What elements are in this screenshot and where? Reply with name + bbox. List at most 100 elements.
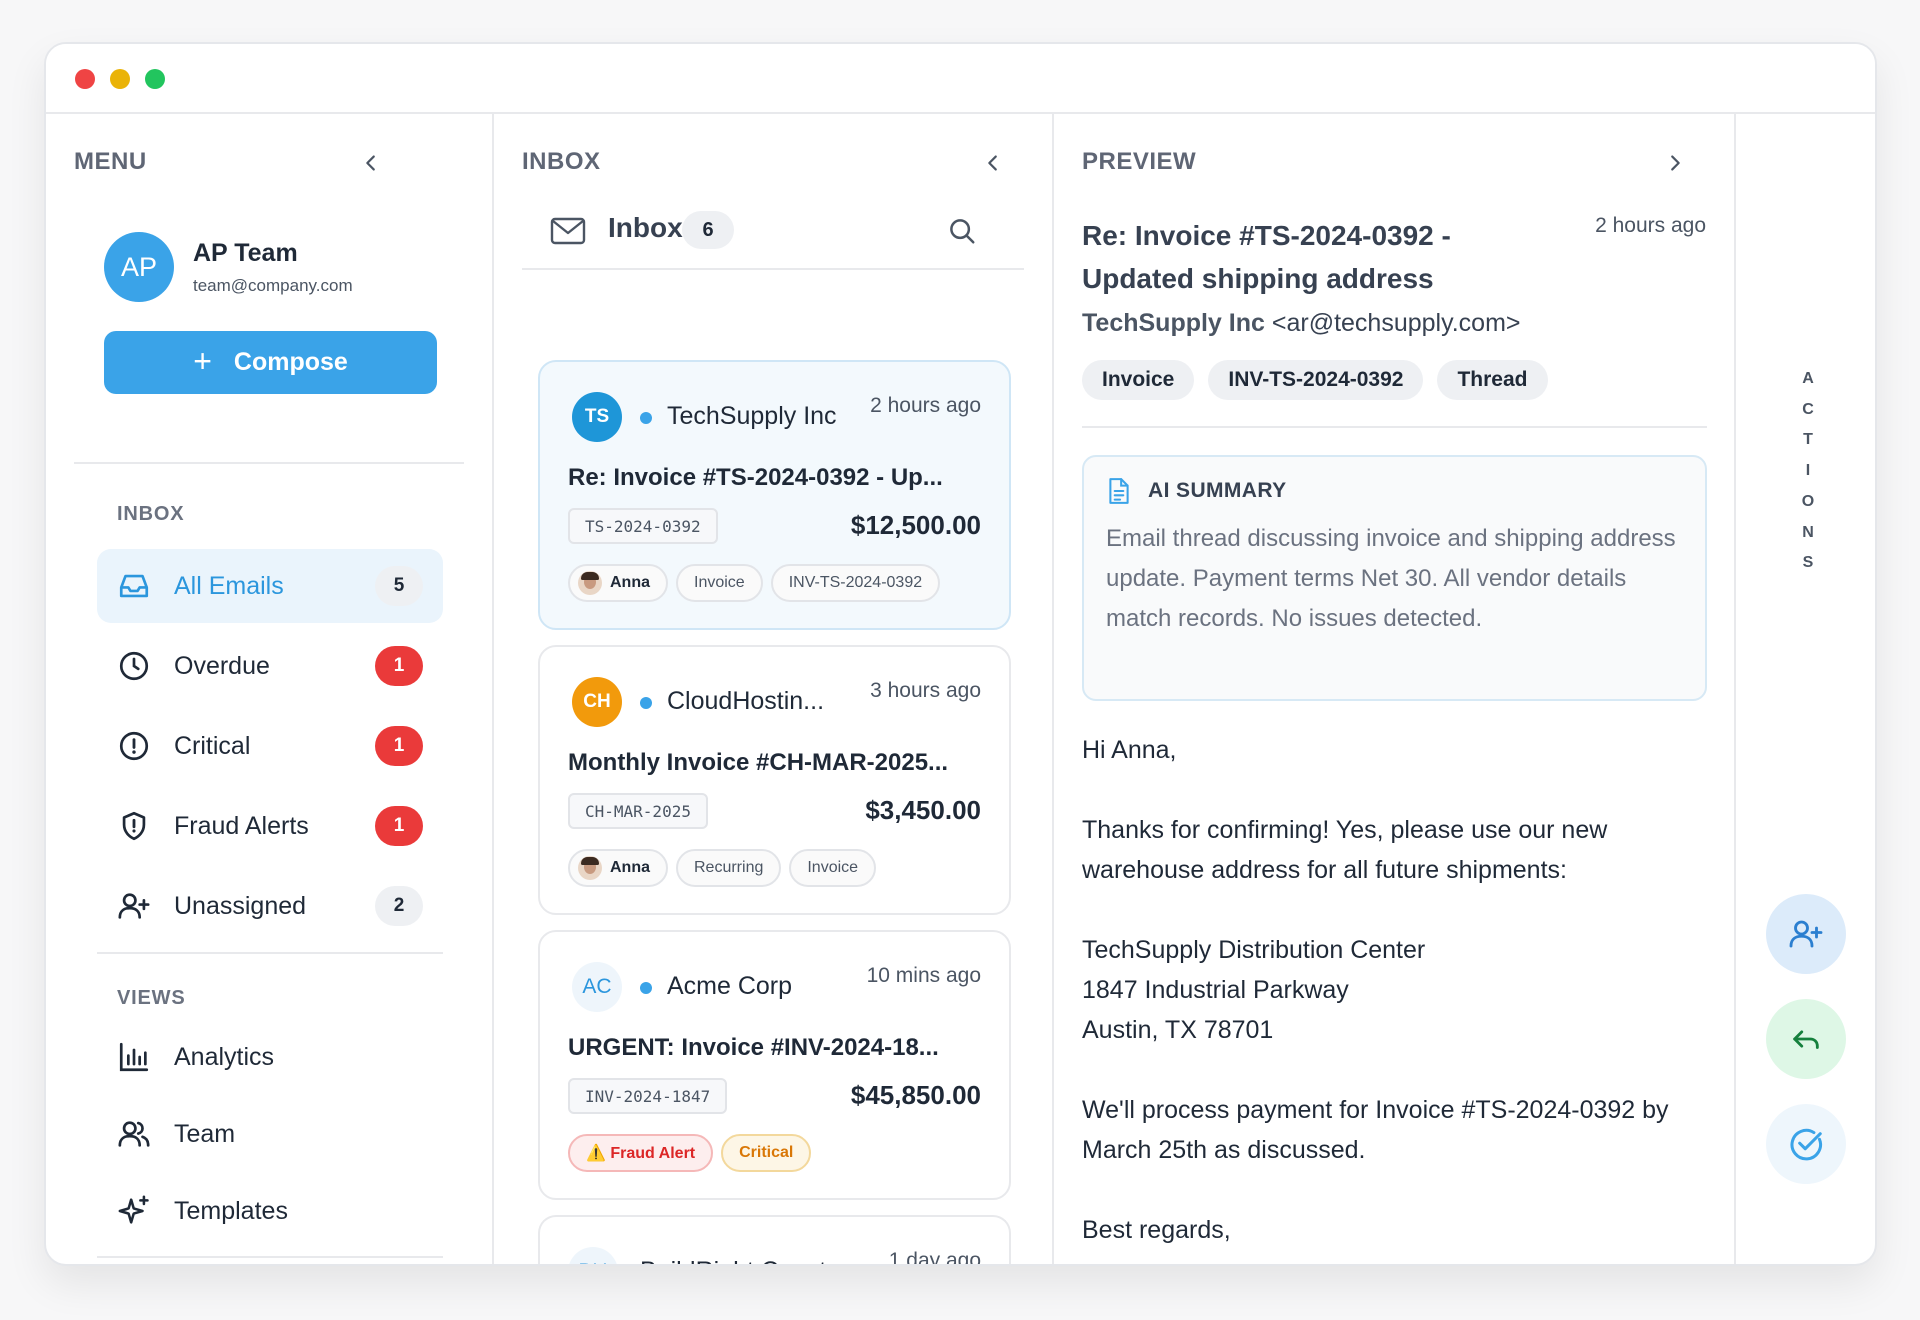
inbox-title: Inbox (608, 212, 683, 243)
email-subject: Monthly Invoice #CH-MAR-2025... (568, 749, 949, 776)
nav-label: Templates (174, 1196, 288, 1225)
preview-tag-list: Invoice INV-TS-2024-0392 Thread (1082, 360, 1548, 400)
invoice-amount: $3,450.00 (865, 795, 981, 825)
search-icon[interactable] (947, 216, 977, 246)
tag: INV-TS-2024-0392 (770, 564, 941, 602)
tag: Invoice (676, 564, 763, 602)
inbox-section-label: INBOX (117, 503, 185, 525)
actions-rail: ACTIONS (1736, 114, 1875, 1264)
document-icon (1109, 478, 1129, 504)
email-closing: Best regards, (1082, 1216, 1231, 1244)
close-window-button[interactable] (75, 69, 95, 89)
email-subject: URGENT: Invoice #INV-2024-18... (568, 1034, 939, 1061)
collapse-inbox-icon[interactable] (982, 152, 1004, 174)
check-circle-icon (1790, 1128, 1822, 1161)
email-body: Hi Anna, Thanks for confirming! Yes, ple… (1082, 730, 1702, 1250)
tag[interactable]: Thread (1437, 360, 1548, 400)
sender-avatar: CH (572, 677, 622, 727)
actions-label-letter: T (1803, 431, 1813, 449)
profile-email: team@company.com (193, 275, 353, 295)
users-icon (118, 1121, 150, 1147)
nav-team[interactable]: Team (97, 1097, 443, 1171)
email-card[interactable]: AC Acme Corp 10 mins ago URGENT: Invoice… (538, 930, 1011, 1200)
email-subject: Re: Invoice #TS-2024-0392 - Up... (568, 464, 943, 491)
inbox-count-badge: 6 (682, 211, 734, 249)
unread-dot (640, 982, 652, 994)
nav-label: Analytics (174, 1042, 275, 1071)
clock-icon (119, 651, 149, 681)
nav-all-emails[interactable]: All Emails 5 (97, 549, 443, 623)
actions-label-letter: S (1802, 554, 1814, 572)
nav-templates[interactable]: Templates (97, 1174, 443, 1248)
sender-name: BuildRight Constr... (640, 1257, 854, 1264)
profile-name: AP Team (193, 238, 298, 267)
tag[interactable]: Invoice (1082, 360, 1195, 400)
divider (1082, 426, 1707, 428)
assignee-avatar (578, 856, 602, 880)
assignee-avatar (578, 571, 602, 595)
nav-count-badge: 5 (375, 566, 423, 606)
sender-name: TechSupply Inc (1082, 309, 1265, 337)
nav-label: Unassigned (174, 891, 307, 920)
menu-sidebar: MENU AP AP Team team@company.com + Compo… (46, 114, 494, 1264)
app-window: MENU AP AP Team team@company.com + Compo… (44, 42, 1877, 1266)
sparkles-icon (118, 1195, 149, 1224)
sender-name: TechSupply Inc (667, 402, 837, 430)
actions-label-letter: N (1802, 523, 1814, 541)
inbox-column: INBOX Inbox 6 TS TechSupply Inc 2 hours … (494, 114, 1054, 1264)
sender-email: <ar@techsupply.com> (1271, 309, 1521, 337)
inbox-tray-icon (119, 574, 149, 598)
divider (97, 952, 443, 954)
nav-overdue[interactable]: Overdue 1 (97, 629, 443, 703)
ai-summary-box: AI SUMMARY Email thread discussing invoi… (1082, 455, 1707, 701)
fraud-alert-tag: ⚠️ Fraud Alert (568, 1134, 714, 1172)
invoice-number: TS-2024-0392 (568, 508, 718, 544)
reply-button[interactable] (1766, 999, 1846, 1079)
ai-summary-text: Email thread discussing invoice and ship… (1106, 525, 1676, 632)
email-card[interactable]: TS TechSupply Inc 2 hours ago Re: Invoic… (538, 360, 1011, 630)
address-line: TechSupply Distribution Center (1082, 936, 1426, 964)
tag-list: ⚠️ Fraud Alert Critical (568, 1134, 812, 1172)
user-profile[interactable]: AP AP Team team@company.com (104, 232, 353, 302)
nav-label: Fraud Alerts (174, 811, 309, 840)
nav-label: Overdue (174, 651, 270, 680)
tag: Invoice (789, 849, 877, 887)
collapse-menu-icon[interactable] (360, 152, 382, 174)
nav-critical[interactable]: Critical 1 (97, 709, 443, 783)
reply-icon (1793, 1030, 1819, 1049)
sender-name: CloudHostin... (667, 687, 825, 715)
nav-label: All Emails (174, 571, 284, 600)
email-time: 10 mins ago (866, 964, 981, 987)
assignee-tag: Anna (568, 849, 668, 887)
nav-fraud-alerts[interactable]: Fraud Alerts 1 (97, 789, 443, 863)
assignee-tag: Anna (568, 564, 668, 602)
minimize-window-button[interactable] (110, 69, 130, 89)
shield-alert-icon (122, 811, 146, 841)
tag[interactable]: INV-TS-2024-0392 (1208, 360, 1424, 400)
address-line: 1847 Industrial Parkway (1082, 976, 1349, 1004)
views-section-label: VIEWS (117, 987, 186, 1009)
bar-chart-icon (119, 1042, 149, 1072)
approve-button[interactable] (1766, 1104, 1846, 1184)
invoice-amount: $45,850.00 (850, 1080, 981, 1110)
preview-pane: PREVIEW Re: Invoice #TS-2024-0392 - Upda… (1054, 114, 1736, 1264)
email-card[interactable]: CH CloudHostin... 3 hours ago Monthly In… (538, 645, 1011, 915)
invoice-number: CH-MAR-2025 (568, 793, 708, 829)
email-time: 2 hours ago (870, 394, 981, 417)
sender-avatar: TS (572, 392, 622, 442)
avatar: AP (104, 232, 174, 302)
nav-unassigned[interactable]: Unassigned 2 (97, 869, 443, 943)
unread-dot (640, 697, 652, 709)
compose-button[interactable]: + Compose (104, 331, 437, 394)
expand-preview-icon[interactable] (1664, 152, 1686, 174)
email-paragraph: Thanks for confirming! Yes, please use o… (1082, 816, 1608, 884)
assign-button[interactable] (1766, 894, 1846, 974)
email-card[interactable]: BU BuildRight Constr... 1 day ago (538, 1215, 1011, 1266)
actions-label-letter: C (1802, 400, 1814, 418)
maximize-window-button[interactable] (145, 69, 165, 89)
invoice-number: INV-2024-1847 (568, 1078, 728, 1114)
nav-analytics[interactable]: Analytics (97, 1020, 443, 1094)
email-time: 1 day ago (888, 1249, 981, 1266)
compose-label: Compose (233, 348, 348, 376)
email-time: 3 hours ago (870, 679, 981, 702)
